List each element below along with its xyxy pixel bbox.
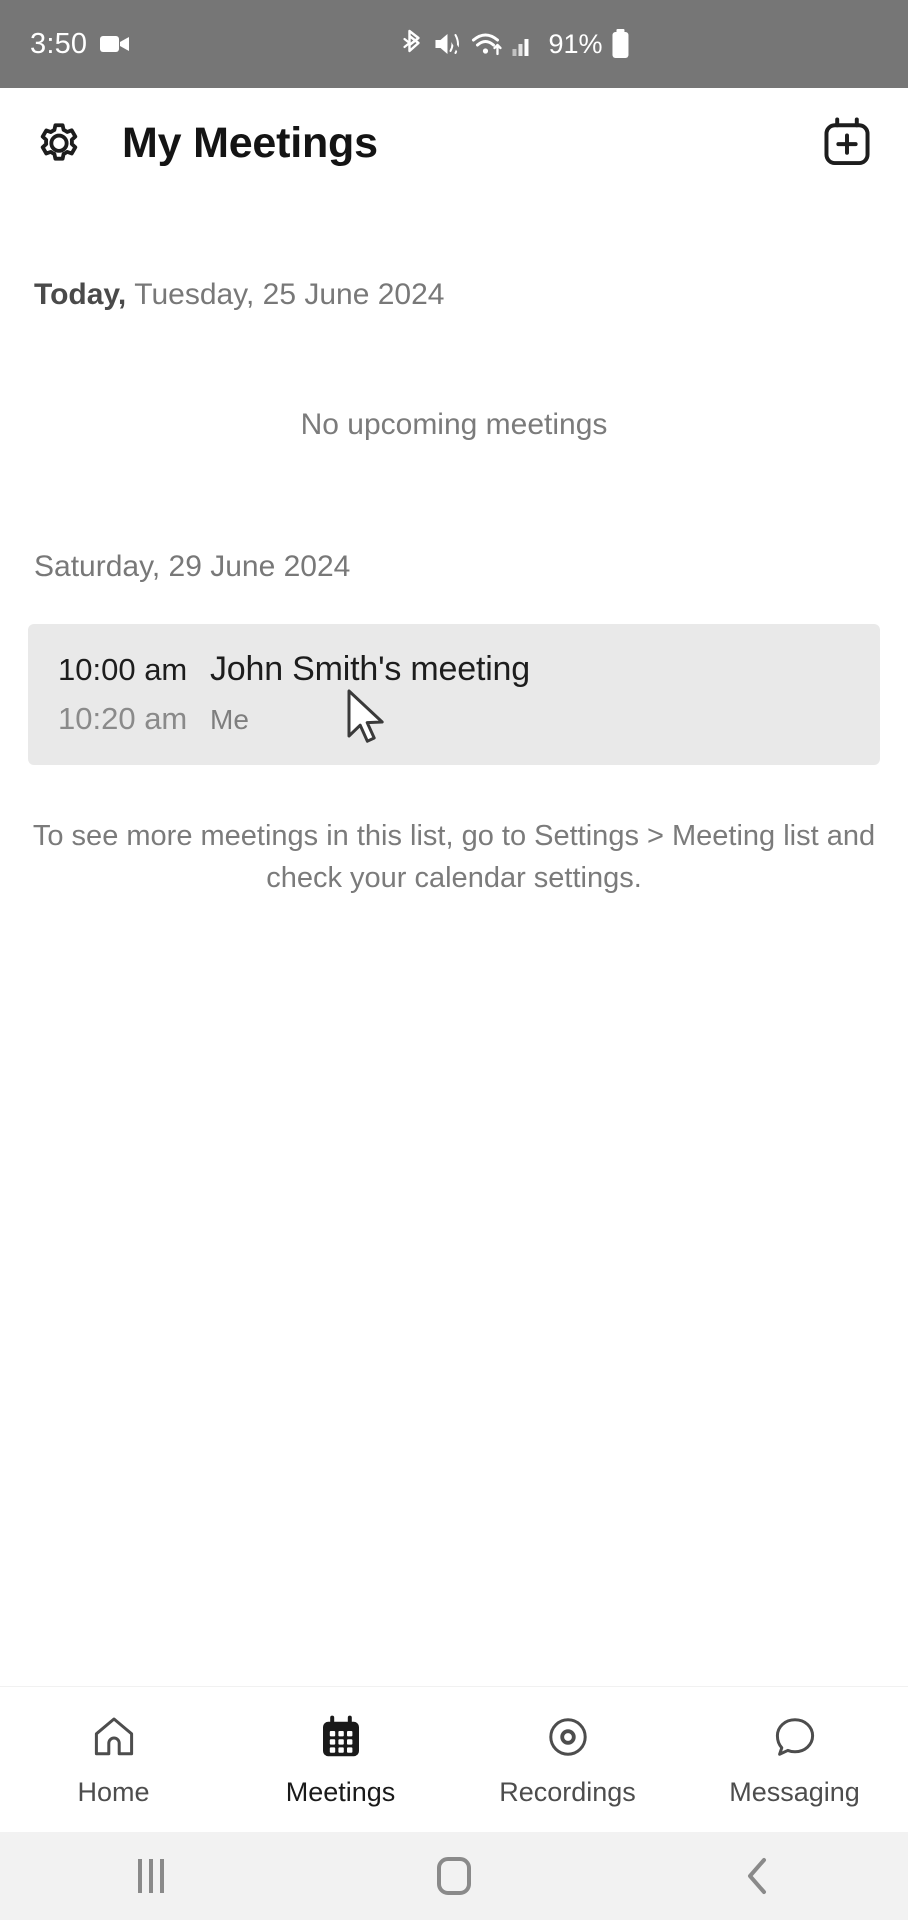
nav-label-recordings: Recordings xyxy=(499,1777,636,1807)
back-button[interactable] xyxy=(605,1856,908,1896)
recents-button[interactable] xyxy=(0,1859,303,1893)
nav-label-home: Home xyxy=(77,1777,150,1807)
record-circle-icon xyxy=(543,1711,593,1763)
calendar-icon xyxy=(316,1711,366,1763)
phone-screen: 3:50 91% My Meetings Today, Tuesday, 25 … xyxy=(0,0,908,1920)
nav-item-meetings[interactable]: Meetings xyxy=(227,1711,454,1808)
meeting-secondary-line: 10:20 am Me xyxy=(58,701,850,737)
meeting-primary-line: 10:00 am John Smith's meeting xyxy=(58,650,850,689)
nav-item-home[interactable]: Home xyxy=(0,1711,227,1808)
nav-item-messaging[interactable]: Messaging xyxy=(681,1711,908,1808)
home-square-icon xyxy=(437,1857,471,1895)
nav-label-messaging: Messaging xyxy=(729,1777,860,1807)
empty-state-message: No upcoming meetings xyxy=(300,408,608,441)
home-button[interactable] xyxy=(303,1857,606,1895)
today-label: Today, xyxy=(34,278,127,311)
today-day-header: Today, Tuesday, 25 June 2024 xyxy=(0,280,908,310)
battery-percent-label: 91% xyxy=(548,28,603,59)
cellular-signal-icon xyxy=(511,31,535,57)
add-meeting-button[interactable] xyxy=(816,112,878,174)
wifi-icon xyxy=(470,31,502,57)
page-title: My Meetings xyxy=(122,118,378,167)
battery-icon xyxy=(612,29,630,59)
today-date: Tuesday, 25 June 2024 xyxy=(134,278,445,311)
nav-item-recordings[interactable]: Recordings xyxy=(454,1711,681,1808)
calendar-plus-icon xyxy=(819,115,875,171)
speech-bubble-icon xyxy=(770,1711,820,1763)
gear-icon xyxy=(32,116,86,170)
nav-label-meetings: Meetings xyxy=(285,1777,396,1807)
recents-icon xyxy=(138,1859,165,1893)
bottom-navigation: Home Meetings Recordings Messaging xyxy=(0,1686,908,1832)
meeting-card[interactable]: 10:00 am John Smith's meeting 10:20 am M… xyxy=(28,624,880,765)
settings-button[interactable] xyxy=(30,114,88,172)
status-bar: 3:50 91% xyxy=(0,0,908,88)
meeting-list-hint: To see more meetings in this list, go to… xyxy=(32,820,876,895)
status-bar-clock: 3:50 xyxy=(30,27,88,60)
meeting-organizer: Me xyxy=(210,704,249,735)
status-bar-left: 3:50 xyxy=(30,28,130,61)
meeting-title: John Smith's meeting xyxy=(210,650,530,688)
video-camera-icon xyxy=(100,33,130,55)
app-header: My Meetings xyxy=(0,88,908,198)
home-icon xyxy=(89,1711,139,1763)
back-chevron-icon xyxy=(744,1856,770,1896)
meeting-list: Today, Tuesday, 25 June 2024 No upcoming … xyxy=(0,198,908,899)
status-bar-right: 91% xyxy=(402,29,629,60)
second-day-date: Saturday, 29 June 2024 xyxy=(34,550,351,583)
android-system-nav xyxy=(0,1832,908,1920)
bluetooth-icon xyxy=(402,29,424,59)
meeting-end-time: 10:20 am xyxy=(58,701,188,736)
meeting-start-time: 10:00 am xyxy=(58,652,188,687)
sound-mute-vibrate-icon xyxy=(433,30,461,58)
second-day-header: Saturday, 29 June 2024 xyxy=(0,552,908,582)
